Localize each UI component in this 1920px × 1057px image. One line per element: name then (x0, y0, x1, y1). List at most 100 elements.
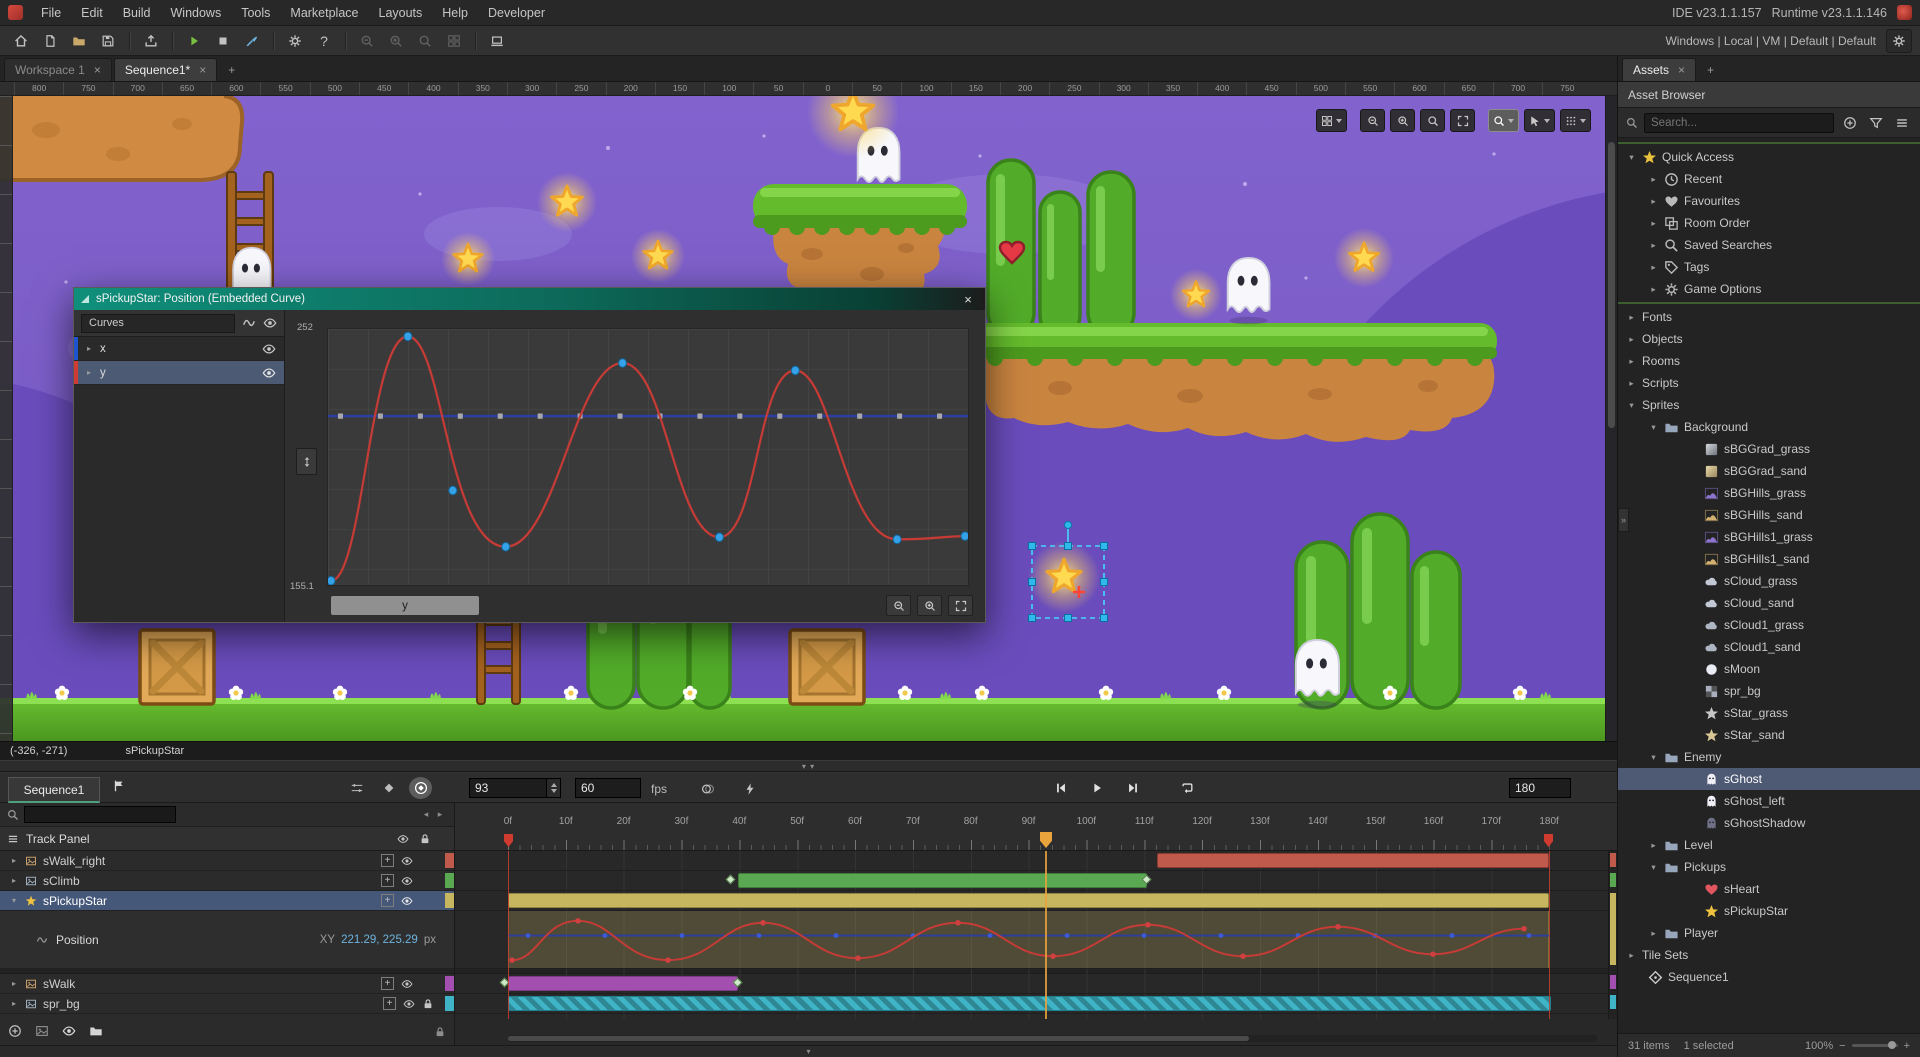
track-row-spr-bg[interactable]: spr_bg (0, 994, 454, 1014)
add-tab-button[interactable] (219, 63, 244, 81)
chevron-right-icon[interactable] (9, 876, 19, 885)
chevron-right-icon[interactable] (9, 979, 19, 988)
asset-group-player[interactable]: Player (1618, 922, 1920, 944)
asset-item-sbghills1-grass[interactable]: sBGHills1_grass (1618, 526, 1920, 548)
fit-vertical-button[interactable] (296, 448, 317, 475)
clip-swalk-right[interactable] (1157, 853, 1549, 868)
asset-item-tags[interactable]: Tags (1618, 256, 1920, 278)
timeline-grid[interactable]: 0f10f20f30f40f50f60f70f80f90f100f110f120… (455, 803, 1617, 1045)
add-key-button[interactable] (383, 997, 396, 1010)
timeline-row-swalk-right[interactable] (455, 851, 1617, 871)
filter-icon[interactable] (1866, 113, 1886, 133)
menu-item[interactable]: Windows (161, 2, 232, 24)
graph-fit-button[interactable] (948, 595, 973, 616)
stop-button[interactable] (210, 29, 236, 53)
canvas-zoom-out-button[interactable] (1360, 109, 1385, 132)
track-row-swalk-right[interactable]: sWalk_right (0, 851, 454, 871)
menu-item[interactable]: Marketplace (280, 2, 368, 24)
add-key-button[interactable] (381, 874, 394, 887)
eye-icon[interactable] (401, 875, 413, 887)
asset-item-sghostshadow[interactable]: sGhostShadow (1618, 812, 1920, 834)
tab-sequence1[interactable]: Sequence1* (114, 58, 217, 81)
playhead-frame-input[interactable] (469, 778, 547, 798)
timeline-horizontal-scrollbar[interactable] (508, 1035, 1597, 1042)
zoom-slider[interactable] (1852, 1044, 1898, 1047)
game-options-button[interactable] (282, 29, 308, 53)
clip-spr-bg[interactable] (508, 996, 1551, 1011)
close-icon[interactable] (1678, 65, 1685, 75)
scrollbar-thumb[interactable] (1608, 142, 1615, 428)
lock-icon[interactable] (419, 833, 431, 845)
asset-item-scloud1-sand[interactable]: sCloud1_sand (1618, 636, 1920, 658)
menu-item[interactable]: Help (432, 2, 478, 24)
close-icon[interactable] (199, 65, 206, 75)
menu-item[interactable]: Tools (231, 2, 280, 24)
sequence-length-input[interactable] (1509, 778, 1571, 798)
add-asset-button[interactable] (1840, 113, 1860, 133)
asset-section-scripts[interactable]: Scripts (1618, 372, 1920, 394)
sequence-tab[interactable]: Sequence1 (8, 777, 100, 803)
help-button[interactable]: ? (311, 29, 337, 53)
menu-item[interactable]: Build (113, 2, 161, 24)
asset-item-spickupstar[interactable]: sPickupStar (1618, 900, 1920, 922)
asset-search-input[interactable] (1644, 113, 1834, 133)
flag-icon[interactable] (112, 779, 126, 793)
channel-select-button[interactable]: y (331, 596, 479, 615)
add-tab-button[interactable] (1698, 63, 1723, 81)
embedded-curve-window[interactable]: sPickupStar: Position (Embedded Curve) C… (73, 287, 986, 623)
asset-group-enemy[interactable]: Enemy (1618, 746, 1920, 768)
curve-window-titlebar[interactable]: sPickupStar: Position (Embedded Curve) (74, 288, 985, 310)
playhead-line[interactable] (1045, 851, 1047, 1019)
hamburger-menu-icon[interactable] (1892, 113, 1912, 133)
dope-sheet-mode-button[interactable] (345, 777, 368, 799)
channel-row-y[interactable]: y (74, 361, 284, 385)
asset-item-sstar-grass[interactable]: sStar_grass (1618, 702, 1920, 724)
eye-icon[interactable] (403, 998, 415, 1010)
zoom-out-button[interactable] (354, 29, 380, 53)
track-search-input[interactable] (24, 806, 176, 823)
eye-icon[interactable] (401, 895, 413, 907)
loop-button[interactable] (1173, 776, 1201, 800)
sequence-canvas-area[interactable]: sPickupStar: Position (Embedded Curve) C… (0, 96, 1617, 741)
skip-to-end-button[interactable] (1119, 776, 1147, 800)
chevron-right-icon[interactable] (9, 999, 19, 1008)
asset-section-sprites[interactable]: Sprites (1618, 394, 1920, 416)
clip-swalk[interactable] (508, 976, 738, 991)
channel-row-x[interactable]: x (74, 337, 284, 361)
select-tool-button[interactable] (1524, 109, 1555, 132)
timeline-row-spickupstar[interactable] (455, 891, 1617, 911)
panel-splitter[interactable] (0, 760, 1617, 772)
run-button[interactable] (181, 29, 207, 53)
eye-icon[interactable] (263, 316, 277, 330)
target-manager-button[interactable] (1886, 29, 1912, 53)
add-key-button[interactable] (381, 854, 394, 867)
grid-options-button[interactable] (1316, 109, 1347, 132)
tab-workspace-1[interactable]: Workspace 1 (4, 58, 112, 81)
next-match-button[interactable]: ▸ (433, 807, 447, 823)
sprite-icon[interactable] (35, 1024, 49, 1038)
asset-section-rooms[interactable]: Rooms (1618, 350, 1920, 372)
canvas-fit-button[interactable] (1450, 109, 1475, 132)
region-zoom-tool-button[interactable] (1488, 109, 1519, 132)
asset-item-game-options[interactable]: Game Options (1618, 278, 1920, 300)
notification-icon[interactable] (1897, 5, 1912, 20)
canvas-zoom-reset-button[interactable] (1420, 109, 1445, 132)
asset-item-sbghills-sand[interactable]: sBGHills_sand (1618, 504, 1920, 526)
folder-icon[interactable] (89, 1024, 103, 1038)
asset-item-smoon[interactable]: sMoon (1618, 658, 1920, 680)
open-project-button[interactable] (66, 29, 92, 53)
curve-mode-button[interactable] (377, 777, 400, 799)
asset-item-sbggrad-sand[interactable]: sBGGrad_sand (1618, 460, 1920, 482)
menu-item[interactable]: Developer (478, 2, 555, 24)
menu-item[interactable]: Edit (71, 2, 113, 24)
lock-icon[interactable] (422, 998, 434, 1010)
track-row-swalk[interactable]: sWalk (0, 974, 454, 994)
timeline-row-sclimb[interactable] (455, 871, 1617, 891)
chevron-right-icon[interactable] (9, 856, 19, 865)
scrollbar-thumb[interactable] (508, 1036, 1249, 1041)
zoom-in-button[interactable] (383, 29, 409, 53)
timeline-collapse-handle[interactable] (0, 1045, 1617, 1057)
asset-item-sstar-sand[interactable]: sStar_sand (1618, 724, 1920, 746)
home-button[interactable] (8, 29, 34, 53)
eye-icon[interactable] (401, 855, 413, 867)
